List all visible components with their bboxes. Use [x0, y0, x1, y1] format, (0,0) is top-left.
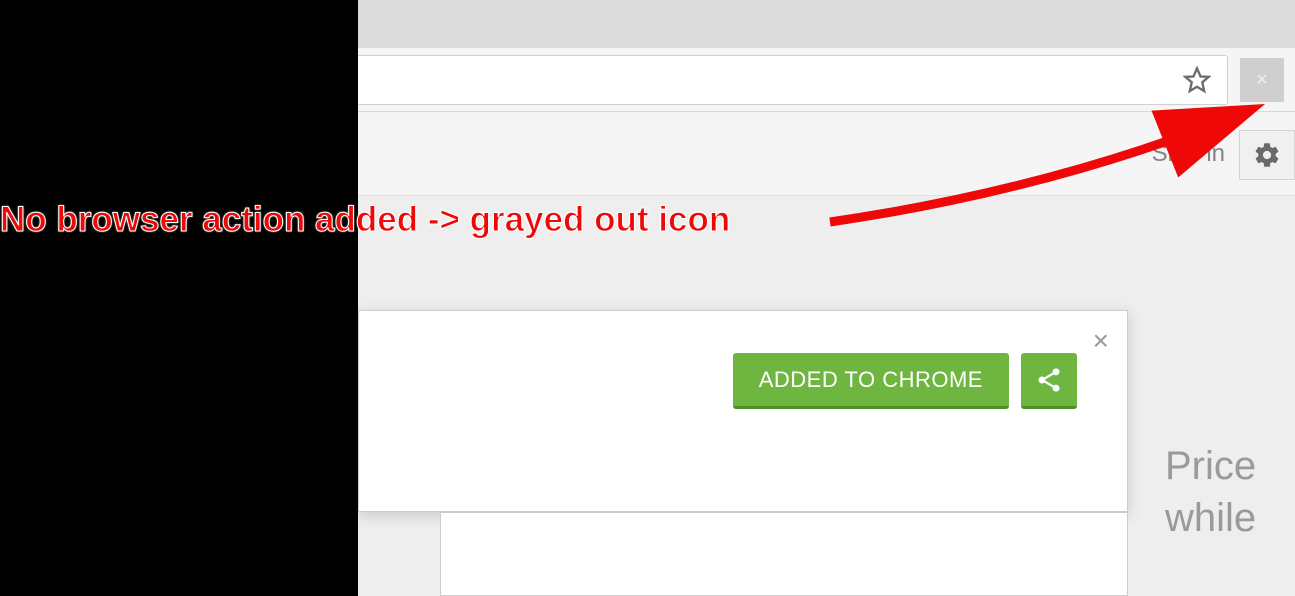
promo-line-1: Price: [1165, 440, 1295, 492]
share-icon: [1035, 366, 1063, 394]
sign-in-link[interactable]: Sign in: [1152, 140, 1225, 168]
detail-panel: [440, 512, 1128, 596]
close-glyph-icon: ×: [1256, 70, 1268, 90]
settings-button[interactable]: [1239, 130, 1295, 180]
left-black-overlay: [0, 0, 358, 596]
added-to-chrome-button[interactable]: ADDED TO CHROME: [733, 353, 1009, 409]
extension-grayed-icon[interactable]: ×: [1240, 58, 1284, 102]
promo-line-2: while: [1165, 492, 1295, 544]
annotation-label: No browser action added -> grayed out ic…: [0, 200, 730, 240]
extension-detail-popup: × ADDED TO CHROME: [358, 310, 1128, 512]
bookmark-star-icon[interactable]: [1183, 66, 1211, 94]
added-to-chrome-label: ADDED TO CHROME: [759, 367, 983, 393]
sidebar-promo-text: Price while: [1165, 440, 1295, 544]
close-icon[interactable]: ×: [1093, 325, 1109, 357]
gear-icon: [1253, 141, 1281, 169]
share-button[interactable]: [1021, 353, 1077, 409]
